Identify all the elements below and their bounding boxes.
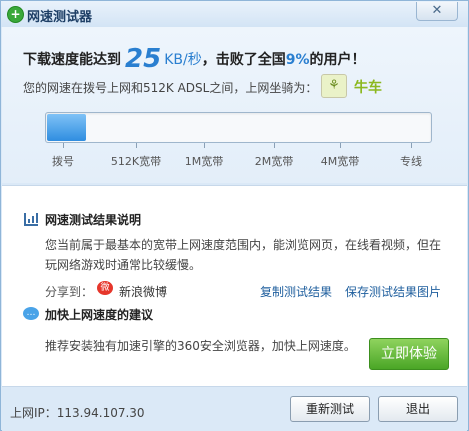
speed-progress-bar	[45, 112, 432, 143]
scale-label-dedicated: 专线	[400, 155, 422, 168]
scale-label-512k: 512K宽带	[110, 155, 162, 168]
speed-scale: 拨号 512K宽带 1M宽带 2M宽带 4M宽带 专线	[2, 143, 467, 183]
app-logo-icon: +	[7, 6, 24, 23]
speed-value: 25	[125, 44, 162, 74]
try-now-button[interactable]: 立即体验	[369, 338, 449, 370]
headline-middle: ，击败了全国	[201, 52, 286, 68]
ox-cart-icon: ⚘	[321, 74, 347, 98]
copy-result-link[interactable]: 复制测试结果	[260, 283, 332, 300]
speed-progress-fill	[47, 114, 86, 141]
headline-prefix: 下载速度能达到	[23, 52, 121, 68]
scale-tick	[204, 143, 205, 148]
advice-text: 推荐安装独有加速引擎的360安全浏览器，加快上网速度。	[45, 339, 356, 353]
results-description: 您当前属于最基本的宽带上网速度范围内，能浏览网页，在线看视频，但在玩网络游戏时通…	[45, 238, 442, 272]
save-result-image-link[interactable]: 保存测试结果图片	[345, 283, 441, 300]
scale-tick	[411, 143, 412, 148]
scale-tick	[340, 143, 341, 148]
advice-section-title: 加快上网速度的建议	[45, 308, 154, 322]
weibo-icon[interactable]: 微	[97, 281, 113, 295]
results-panel: 网速测试结果说明 您当前属于最基本的宽带上网速度范围内，能浏览网页，在线看视频，…	[2, 185, 467, 386]
speed-comparison-text: 您的网速在拨号上网和512K ADSL之间，上网坐骑为：	[23, 81, 318, 95]
retest-button[interactable]: 重新测试	[290, 396, 370, 422]
title-bar[interactable]: + 网速测试器 ✕	[1, 1, 468, 27]
window-title: 网速测试器	[27, 10, 93, 25]
close-button[interactable]: ✕	[416, 2, 458, 21]
scale-tick	[63, 143, 64, 148]
scale-tick	[274, 143, 275, 148]
exit-button[interactable]: 退出	[378, 396, 458, 422]
speed-test-window: + 网速测试器 ✕ 下载速度能达到 25 KB/秒，击败了全国9%的用户！ 您的网速…	[0, 0, 469, 431]
results-section-title: 网速测试结果说明	[45, 213, 142, 227]
scale-label-1m: 1M宽带	[184, 155, 224, 168]
scale-label-2m: 2M宽带	[254, 155, 294, 168]
ip-address-label: 上网IP：113.94.107.30	[10, 406, 145, 420]
speed-headline: 下载速度能达到 25 KB/秒，击败了全国9%的用户！	[23, 44, 365, 74]
scale-label-4m: 4M宽带	[320, 155, 360, 168]
beat-percent: 9%	[285, 52, 310, 68]
bar-chart-icon	[24, 213, 38, 226]
speech-bubble-icon: …	[23, 307, 39, 320]
headline-suffix: 的用户！	[309, 52, 366, 68]
footer-bar: 上网IP：113.94.107.30 重新测试 退出	[2, 386, 467, 431]
share-weibo-link[interactable]: 新浪微博	[119, 283, 167, 300]
speed-summary-panel: 下载速度能达到 25 KB/秒，击败了全国9%的用户！ 您的网速在拨号上网和512K…	[2, 27, 467, 183]
share-label: 分享到：	[45, 285, 94, 299]
speed-unit: KB/秒	[164, 52, 202, 68]
scale-label-dialup: 拨号	[52, 155, 74, 168]
vehicle-label: 牛车	[354, 80, 382, 96]
scale-tick	[136, 143, 137, 148]
